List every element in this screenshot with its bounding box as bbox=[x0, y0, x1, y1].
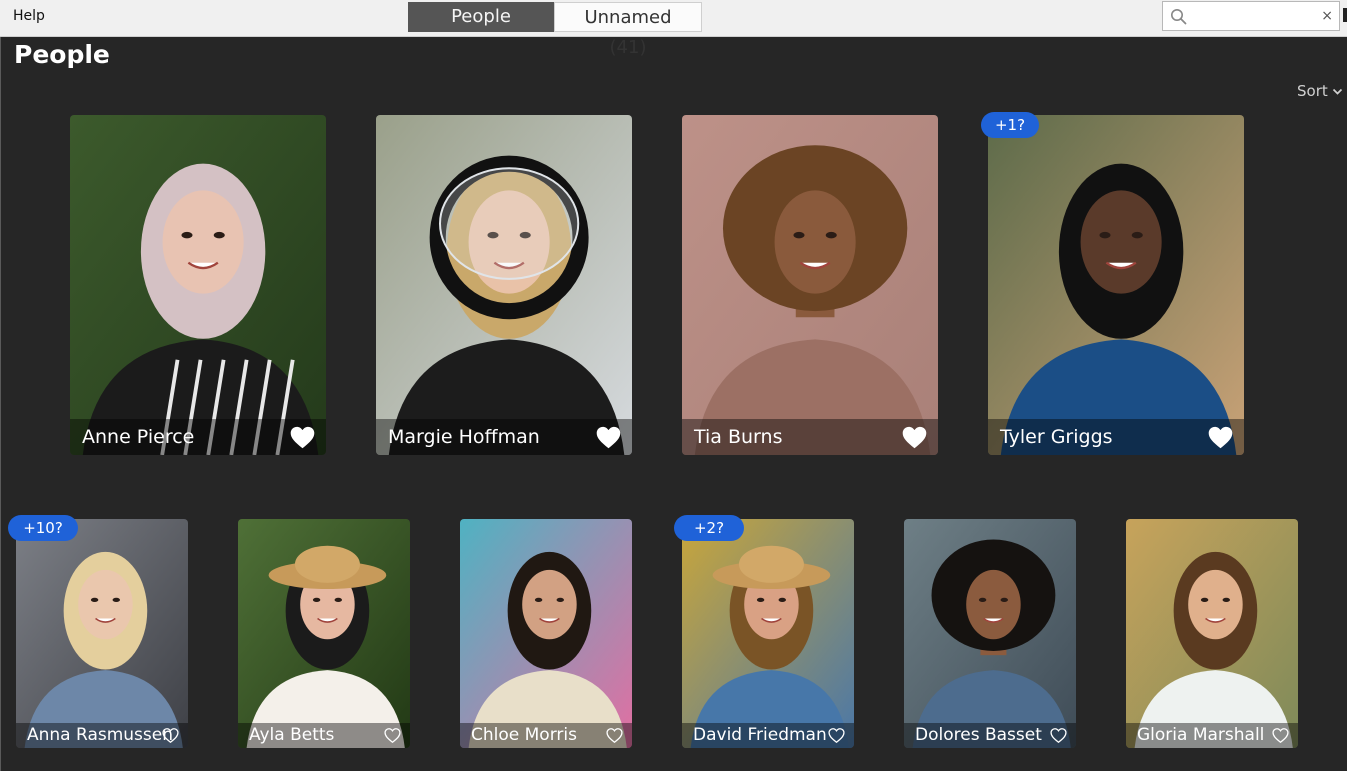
person-card[interactable]: Margie Hoffman bbox=[376, 115, 632, 455]
person-card[interactable]: Gloria Marshall bbox=[1126, 519, 1298, 748]
tab-people[interactable]: People bbox=[408, 2, 554, 32]
heart-icon[interactable] bbox=[606, 727, 623, 748]
view-tabs: People Unnamed (41) bbox=[408, 2, 702, 58]
name-bar: Anna Rasmussen bbox=[16, 723, 188, 748]
person-name[interactable]: Anna Rasmussen bbox=[27, 725, 173, 745]
heart-icon[interactable] bbox=[384, 727, 401, 748]
name-bar: Chloe Morris bbox=[460, 723, 632, 748]
chevron-down-icon bbox=[1332, 82, 1343, 100]
heart-icon[interactable] bbox=[1272, 727, 1289, 748]
sort-label: Sort bbox=[1297, 82, 1328, 100]
search-input[interactable] bbox=[1193, 6, 1317, 28]
close-icon[interactable]: × bbox=[1321, 7, 1333, 25]
person-name[interactable]: Gloria Marshall bbox=[1137, 725, 1264, 745]
name-bar: David Friedman bbox=[682, 723, 854, 748]
person-name[interactable]: Ayla Betts bbox=[249, 725, 334, 745]
window-control-fragment bbox=[1343, 8, 1347, 22]
person-card[interactable]: David Friedman bbox=[682, 519, 854, 748]
name-bar: Ayla Betts bbox=[238, 723, 410, 748]
suggestion-badge[interactable]: +10? bbox=[8, 515, 78, 541]
person-name[interactable]: Tyler Griggs bbox=[1000, 426, 1113, 448]
name-bar: Gloria Marshall bbox=[1126, 723, 1298, 748]
person-name[interactable]: Margie Hoffman bbox=[388, 426, 540, 448]
person-name[interactable]: Tia Burns bbox=[694, 426, 782, 448]
heart-icon[interactable] bbox=[901, 424, 928, 455]
person-card[interactable]: Tia Burns bbox=[682, 115, 938, 455]
person-card[interactable]: Tyler Griggs bbox=[988, 115, 1244, 455]
menu-help[interactable]: Help bbox=[13, 8, 45, 24]
suggestion-badge[interactable]: +1? bbox=[981, 112, 1039, 138]
pane-border bbox=[0, 37, 1, 771]
person-card[interactable]: Dolores Basset bbox=[904, 519, 1076, 748]
suggestion-badge[interactable]: +2? bbox=[674, 515, 744, 541]
person-name[interactable]: David Friedman bbox=[693, 725, 827, 745]
person-card[interactable]: Ayla Betts bbox=[238, 519, 410, 748]
name-bar: Tia Burns bbox=[682, 419, 938, 455]
name-bar: Dolores Basset bbox=[904, 723, 1076, 748]
heart-icon[interactable] bbox=[1207, 424, 1234, 455]
heart-icon[interactable] bbox=[289, 424, 316, 455]
title-bar: Help People Unnamed (41) × bbox=[0, 0, 1347, 58]
heart-icon[interactable] bbox=[162, 727, 179, 748]
person-card[interactable]: Chloe Morris bbox=[460, 519, 632, 748]
heart-icon[interactable] bbox=[828, 727, 845, 748]
person-card[interactable]: Anna Rasmussen bbox=[16, 519, 188, 748]
person-name[interactable]: Dolores Basset bbox=[915, 725, 1042, 745]
tab-unnamed[interactable]: Unnamed (41) bbox=[554, 2, 702, 58]
person-name[interactable]: Anne Pierce bbox=[82, 426, 194, 448]
name-bar: Anne Pierce bbox=[70, 419, 326, 455]
sort-button[interactable]: Sort bbox=[1297, 82, 1343, 100]
page-title: People bbox=[14, 40, 110, 69]
heart-icon[interactable] bbox=[595, 424, 622, 455]
person-card[interactable]: Anne Pierce bbox=[70, 115, 326, 455]
heart-icon[interactable] bbox=[1050, 727, 1067, 748]
name-bar: Tyler Griggs bbox=[988, 419, 1244, 455]
name-bar: Margie Hoffman bbox=[376, 419, 632, 455]
search-icon[interactable] bbox=[1170, 8, 1187, 29]
search-box: × bbox=[1162, 1, 1340, 31]
person-name[interactable]: Chloe Morris bbox=[471, 725, 577, 745]
